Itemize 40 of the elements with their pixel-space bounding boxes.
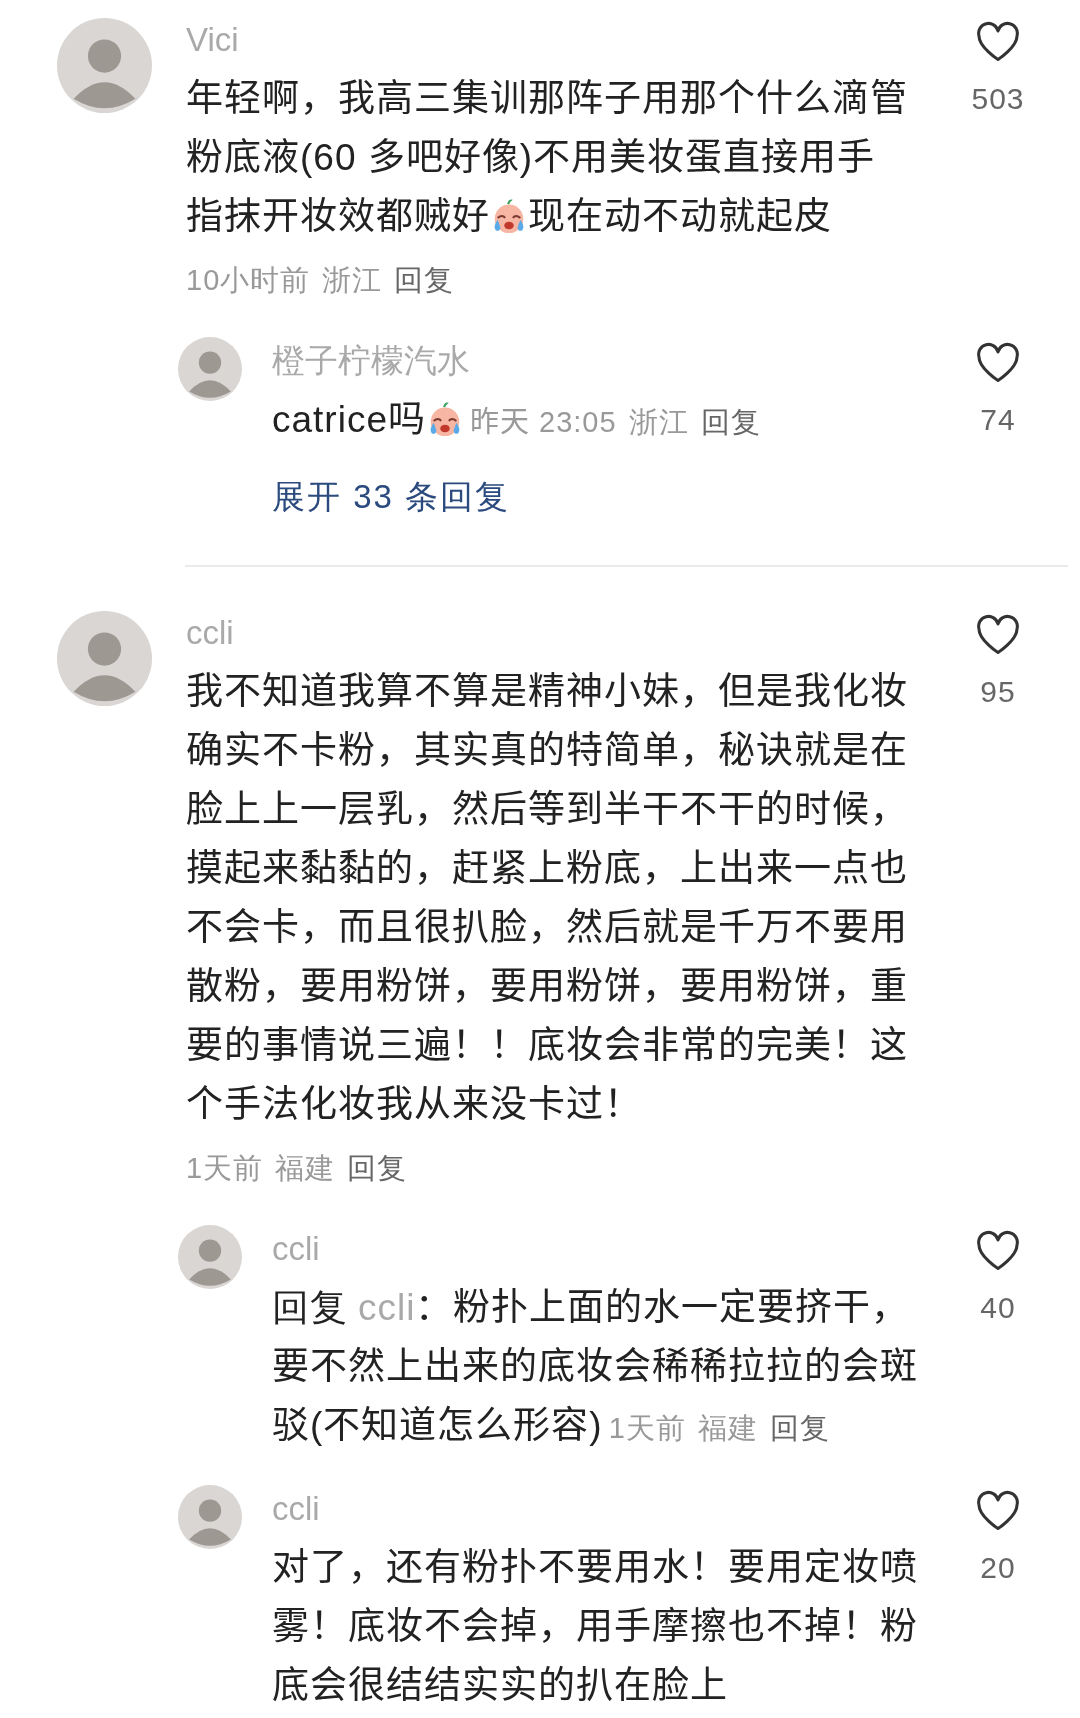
avatar[interactable] bbox=[57, 611, 152, 706]
user-name[interactable]: ccli bbox=[272, 1480, 320, 1538]
avatar[interactable] bbox=[178, 1485, 242, 1549]
expand-replies-link[interactable]: 展开 33 条回复 bbox=[272, 467, 511, 527]
heart-icon[interactable] bbox=[975, 1490, 1021, 1532]
user-name[interactable]: Vici bbox=[186, 11, 239, 69]
user-name[interactable]: 橙子柠檬汽水 bbox=[272, 332, 470, 390]
like-count: 503 bbox=[971, 81, 1025, 117]
reply-button[interactable]: 回复 bbox=[347, 1152, 408, 1184]
like-count: 74 bbox=[980, 402, 1016, 438]
timestamp: 10小时前 bbox=[186, 264, 311, 296]
timestamp: 昨天 23:05 bbox=[470, 406, 617, 438]
comment-text: 年轻啊，我高三集训那阵子用那个什么滴管粉底液(60 多吧好像)不用美妆蛋直接用手指抹开妆效都贼好 现在动不动就起皮 bbox=[186, 78, 908, 237]
timestamp: 1天前 bbox=[608, 1412, 686, 1444]
reply-button[interactable]: 回复 bbox=[769, 1412, 830, 1444]
avatar[interactable] bbox=[178, 337, 242, 401]
comment-text: 我不知道我算不算是精神小妹，但是我化妆确实不卡粉，其实真的特简单，秘诀就是在脸上上一层乳，然后等到半干不干的时候，摸起来黏黏的，赶紧上粉底，上出来一点也不会卡，而且很扒脸，然后就是千万不要用散粉，要用粉饼，要用粉饼，要用粉饼，重要的事情说三遍！！底妆会非常的完美！这个手法化妆我从来没卡过！ bbox=[186, 671, 908, 1125]
comment-text: 回复 ccli：粉扑上面的水一定要挤干，要不然上出来的底妆会稀稀拉拉的会斑 bbox=[272, 1286, 919, 1389]
heart-icon[interactable] bbox=[975, 1230, 1021, 1272]
reply-button[interactable]: 回复 bbox=[394, 264, 455, 296]
heart-icon[interactable] bbox=[975, 614, 1021, 656]
heart-icon[interactable] bbox=[975, 342, 1021, 384]
location-text: 浙江 bbox=[628, 406, 689, 438]
mention-link[interactable]: ccli bbox=[358, 1287, 416, 1328]
like-count: 20 bbox=[980, 1550, 1016, 1586]
like-count: 95 bbox=[980, 674, 1016, 710]
timestamp: 1天前 bbox=[186, 1152, 264, 1184]
user-name[interactable]: ccli bbox=[272, 1220, 320, 1278]
heart-icon[interactable] bbox=[975, 21, 1021, 63]
like-count: 40 bbox=[980, 1290, 1016, 1326]
user-name[interactable]: ccli bbox=[186, 604, 234, 662]
location-text: 浙江 bbox=[322, 264, 383, 296]
avatar[interactable] bbox=[178, 1225, 242, 1289]
avatar[interactable] bbox=[57, 18, 152, 113]
location-text: 福建 bbox=[275, 1152, 336, 1184]
comment-text: catrice吗 bbox=[272, 399, 464, 440]
reply-button[interactable]: 回复 bbox=[700, 406, 761, 438]
location-text: 福建 bbox=[697, 1412, 758, 1444]
comment-text: 驳(不知道怎么形容) bbox=[272, 1405, 603, 1446]
comment-text: 对了，还有粉扑不要用水！要用定妆喷雾！底妆不会掉，用手摩擦也不掉！粉底会很结结实实的扒在脸上 bbox=[272, 1547, 918, 1706]
